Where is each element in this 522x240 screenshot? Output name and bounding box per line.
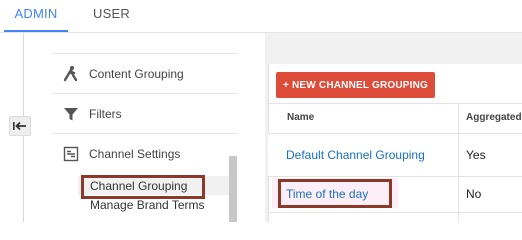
sidebar-item-label: Channel Settings — [89, 146, 181, 161]
tab-admin[interactable]: ADMIN — [4, 0, 68, 33]
channel-settings-icon — [59, 142, 83, 166]
tab-user[interactable]: USER — [93, 0, 130, 33]
top-tab-bar: ADMIN USER — [0, 0, 522, 33]
sidebar-item-channel-settings[interactable]: Channel Settings — [53, 133, 237, 173]
tab-admin-label: ADMIN — [14, 6, 58, 21]
row-name-link[interactable]: Default Channel Grouping — [286, 148, 425, 162]
table-column-divider — [458, 103, 459, 222]
filter-funnel-icon — [59, 102, 83, 126]
sidebar-subitem-manage-brand-terms[interactable]: Manage Brand Terms — [90, 198, 205, 212]
sidebar-item-content-grouping[interactable]: Content Grouping — [53, 53, 237, 93]
row-aggregated-value: No — [466, 187, 482, 201]
new-channel-grouping-button[interactable]: + NEW CHANNEL GROUPING — [276, 72, 435, 98]
table-row-rule — [268, 176, 522, 177]
highlight-box-time-of-the-day — [278, 179, 392, 208]
collapse-nav-button[interactable] — [9, 116, 31, 136]
admin-page: ADMIN USER Content Grouping Filters Chan… — [0, 0, 522, 222]
sidebar-item-label: Filters — [89, 106, 122, 121]
sidebar-item-label: Content Grouping — [89, 66, 184, 81]
person-walking-icon — [59, 62, 83, 86]
arrow-left-bar-icon — [13, 121, 26, 131]
nav-scrollbar-thumb[interactable] — [229, 156, 237, 222]
row-aggregated-value: Yes — [466, 148, 486, 162]
highlight-box-channel-grouping — [81, 175, 205, 199]
column-header-aggregated[interactable]: Aggregated — [466, 103, 522, 133]
sidebar-item-filters[interactable]: Filters — [53, 93, 237, 133]
table-bottom-rule — [268, 212, 522, 213]
column-header-name[interactable]: Name — [287, 103, 314, 133]
tab-user-label: USER — [93, 6, 130, 21]
